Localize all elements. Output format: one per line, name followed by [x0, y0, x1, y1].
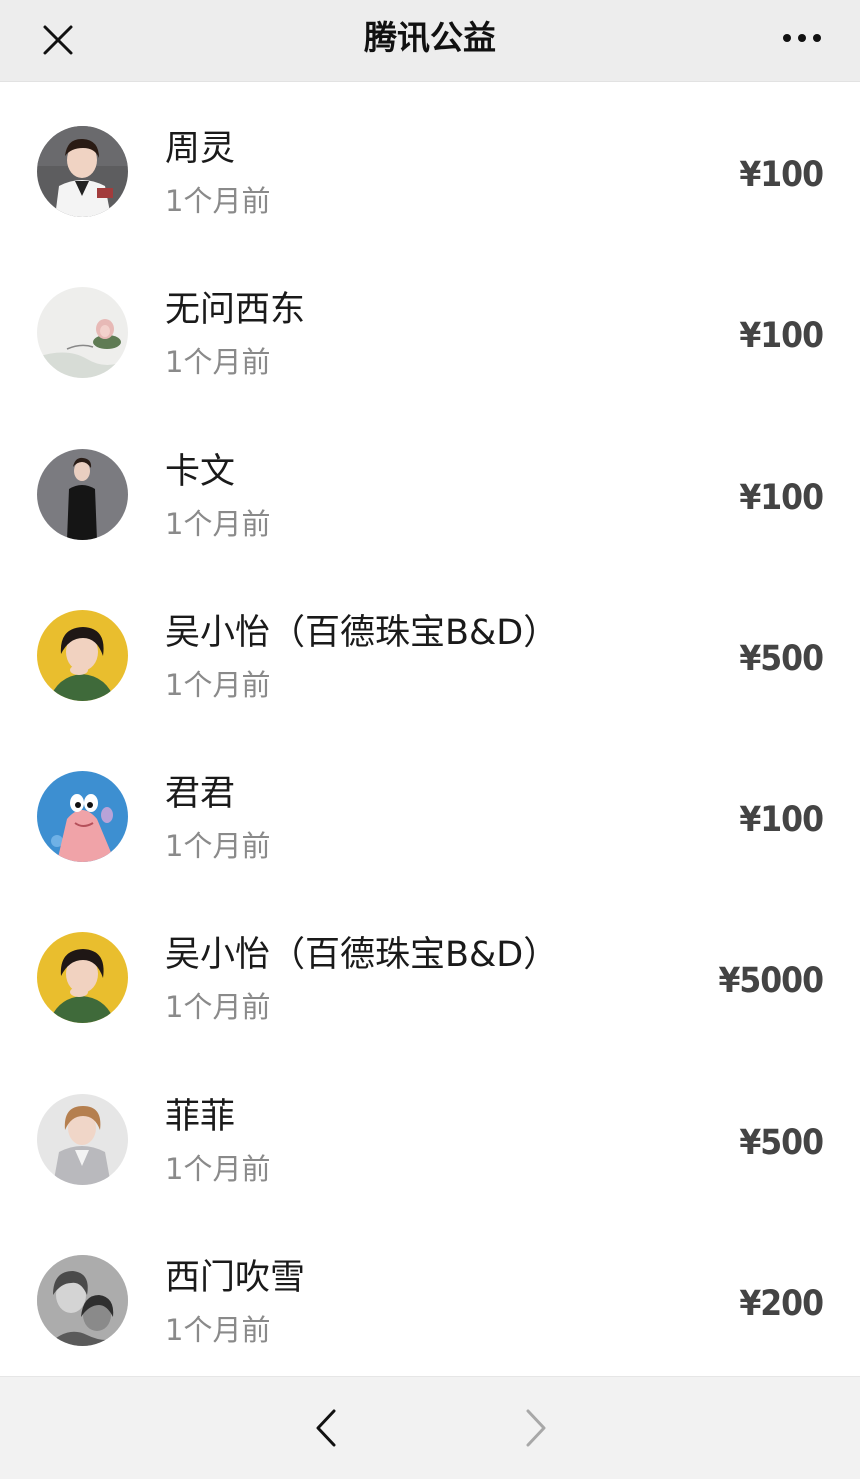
donor-name: 卡文	[165, 451, 236, 492]
avatar	[37, 609, 128, 701]
donation-amount: ¥200	[739, 1284, 824, 1325]
avatar	[37, 1093, 128, 1185]
back-button[interactable]	[303, 1399, 349, 1457]
donation-time: 1个月前	[165, 829, 271, 864]
donation-time: 1个月前	[165, 506, 271, 541]
donor-name: 吴小怡（百德珠宝B&D）	[165, 935, 559, 976]
more-button[interactable]	[772, 10, 832, 66]
avatar	[37, 126, 128, 217]
list-item[interactable]: 卡文 1个月前 ¥100	[0, 405, 860, 566]
donor-name: 菲菲	[165, 1096, 236, 1137]
list-item[interactable]: 西门吹雪 1个月前 ¥200	[0, 1211, 860, 1372]
donor-name: 西门吹雪	[165, 1258, 306, 1299]
list-item[interactable]: 周灵 1个月前 ¥100	[0, 82, 860, 243]
forward-button[interactable]	[513, 1399, 559, 1457]
avatar	[37, 771, 128, 863]
donation-time: 1个月前	[165, 667, 271, 702]
donation-amount: ¥100	[739, 155, 824, 195]
list-item[interactable]: 菲菲 1个月前 ¥500	[0, 1050, 860, 1211]
list-item[interactable]: 君君 1个月前 ¥100	[0, 727, 860, 888]
donor-name: 周灵	[165, 129, 236, 169]
avatar	[37, 448, 128, 540]
list-item[interactable]: 吴小怡（百德珠宝B&D） 1个月前 ¥500	[0, 566, 860, 727]
donor-name: 君君	[165, 774, 236, 815]
chevron-right-icon	[526, 1409, 546, 1447]
donation-time: 1个月前	[165, 990, 271, 1025]
donation-list: 周灵 1个月前 ¥100 无问西东 1个月前 ¥100 卡文 1个月前 ¥100…	[0, 82, 860, 1376]
page-title: 腾讯公益	[364, 18, 496, 57]
bottom-nav	[0, 1376, 860, 1479]
donor-name: 吴小怡（百德珠宝B&D）	[165, 612, 559, 653]
avatar	[37, 1255, 128, 1347]
donation-amount: ¥100	[739, 800, 824, 841]
more-dots-icon	[783, 34, 821, 42]
top-bar: 腾讯公益	[0, 0, 860, 82]
list-item[interactable]: 无问西东 1个月前 ¥100	[0, 243, 860, 404]
donation-time: 1个月前	[165, 1313, 271, 1348]
donation-amount: ¥100	[739, 477, 824, 518]
donation-time: 1个月前	[165, 184, 271, 218]
donation-time: 1个月前	[165, 345, 271, 380]
donation-amount: ¥500	[739, 1122, 824, 1163]
avatar	[37, 932, 128, 1024]
donation-amount: ¥500	[739, 638, 824, 679]
chevron-left-icon	[316, 1409, 336, 1447]
donation-amount: ¥5000	[718, 961, 824, 1002]
donor-name: 无问西东	[165, 290, 306, 331]
list-item[interactable]: 吴小怡（百德珠宝B&D） 1个月前 ¥5000	[0, 888, 860, 1049]
donation-amount: ¥100	[739, 316, 824, 357]
avatar	[37, 287, 128, 379]
donation-time: 1个月前	[165, 1151, 271, 1186]
